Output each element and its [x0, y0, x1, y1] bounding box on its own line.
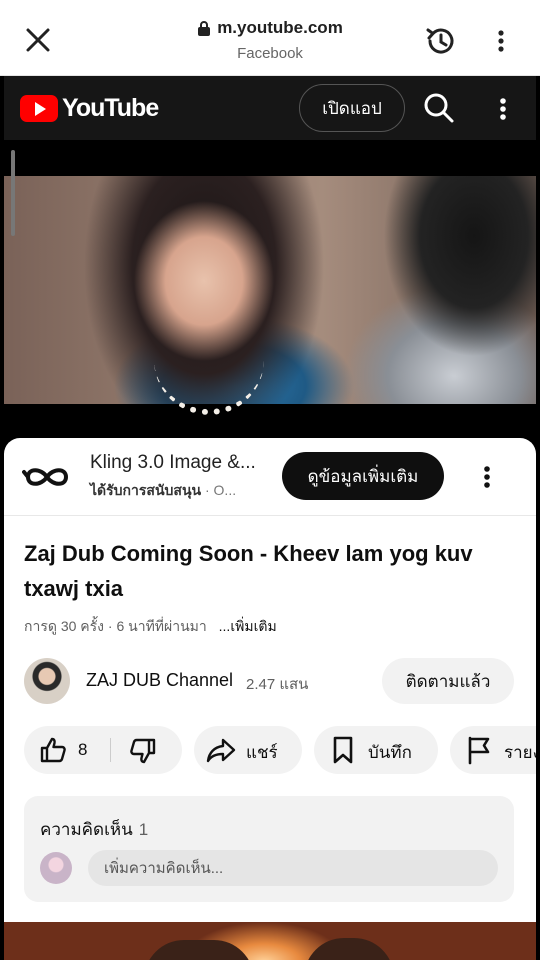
thumbnail-figure — [304, 938, 394, 960]
scroll-indicator — [11, 150, 15, 236]
share-icon — [206, 738, 236, 763]
channel-row: ZAJ DUB Channel 2.47 แสน ติดตามแล้ว — [24, 658, 524, 706]
referrer-label: Facebook — [237, 45, 303, 62]
ad-title: Kling 3.0 Image &... — [90, 452, 256, 473]
share-button[interactable]: แชร์ — [194, 726, 302, 774]
address-bar[interactable]: m.youtube.com Facebook — [150, 18, 390, 62]
comments-section[interactable]: ความคิดเห็น 1 เพิ่มความคิดเห็น... — [24, 796, 514, 902]
video-title[interactable]: Zaj Dub Coming Soon - Kheev lam yog kuv … — [24, 536, 514, 606]
channel-name[interactable]: ZAJ DUB Channel — [86, 670, 233, 691]
youtube-logo-text: YouTube — [62, 94, 159, 122]
ad-menu-icon[interactable] — [476, 462, 498, 492]
channel-avatar[interactable] — [24, 658, 70, 704]
close-icon[interactable] — [22, 24, 54, 56]
video-player[interactable] — [4, 140, 536, 440]
thumbs-down-icon[interactable] — [128, 736, 158, 766]
watch-content: Kling 3.0 Image &... ได้รับการสนับสนุน ·… — [4, 438, 536, 960]
youtube-header: YouTube เปิดแอป — [4, 76, 536, 140]
bookmark-icon — [333, 736, 353, 764]
video-frame — [4, 176, 536, 404]
video-meta[interactable]: การดู 30 ครั้ง · 6 นาทีที่ผ่านมา ...เพิ่… — [24, 616, 277, 638]
lock-icon — [198, 21, 211, 36]
sponsored-text: ได้รับการสนับสนุน — [90, 482, 202, 498]
ad-banner[interactable]: Kling 3.0 Image &... ได้รับการสนับสนุน ·… — [4, 438, 536, 516]
sponsored-suffix: · O... — [204, 482, 237, 498]
more-link[interactable]: ...เพิ่มเติม — [219, 618, 277, 634]
infinity-logo-icon — [22, 468, 69, 486]
view-count-and-time: การดู 30 ครั้ง · 6 นาทีที่ผ่านมา — [24, 618, 207, 634]
youtube-logo[interactable]: YouTube — [20, 94, 159, 123]
report-label: รายง — [504, 743, 536, 762]
youtube-menu-icon[interactable] — [492, 94, 514, 124]
ad-learn-more-button[interactable]: ดูข้อมูลเพิ่มเติม — [282, 452, 444, 500]
share-label: แชร์ — [246, 743, 278, 762]
open-app-button[interactable]: เปิดแอป — [299, 84, 405, 132]
like-count: 8 — [78, 740, 88, 759]
report-button[interactable]: รายง — [450, 726, 536, 774]
save-label: บันทึก — [368, 743, 412, 762]
subscriber-count: 2.47 แสน — [246, 676, 309, 693]
ad-sponsored-label: ได้รับการสนับสนุน · O... — [90, 480, 236, 502]
next-video-thumbnail[interactable] — [4, 922, 536, 960]
add-comment-input[interactable]: เพิ่มความคิดเห็น... — [88, 850, 498, 886]
thumbnail-figure — [144, 940, 254, 960]
browser-menu-icon[interactable] — [488, 26, 514, 56]
subscribed-button[interactable]: ติดตามแล้ว — [382, 658, 514, 704]
flag-icon — [468, 736, 490, 765]
comments-title: ความคิดเห็น — [40, 820, 133, 839]
search-icon[interactable] — [422, 91, 456, 125]
comments-header: ความคิดเห็น 1 — [40, 816, 148, 843]
save-button[interactable]: บันทึก — [314, 726, 438, 774]
video-frame-detail — [154, 355, 264, 415]
youtube-play-icon — [20, 95, 58, 122]
like-dislike-pill: 8 — [24, 726, 182, 774]
user-avatar — [40, 852, 72, 884]
page-url: m.youtube.com — [217, 18, 343, 37]
pill-divider — [110, 738, 111, 762]
thumbs-up-icon[interactable] — [38, 735, 68, 765]
comment-count: 1 — [138, 820, 149, 839]
browser-toolbar: m.youtube.com Facebook — [0, 0, 540, 76]
action-bar: 8 แชร์ บันทึก รายง — [24, 726, 536, 776]
history-icon[interactable] — [424, 24, 458, 58]
